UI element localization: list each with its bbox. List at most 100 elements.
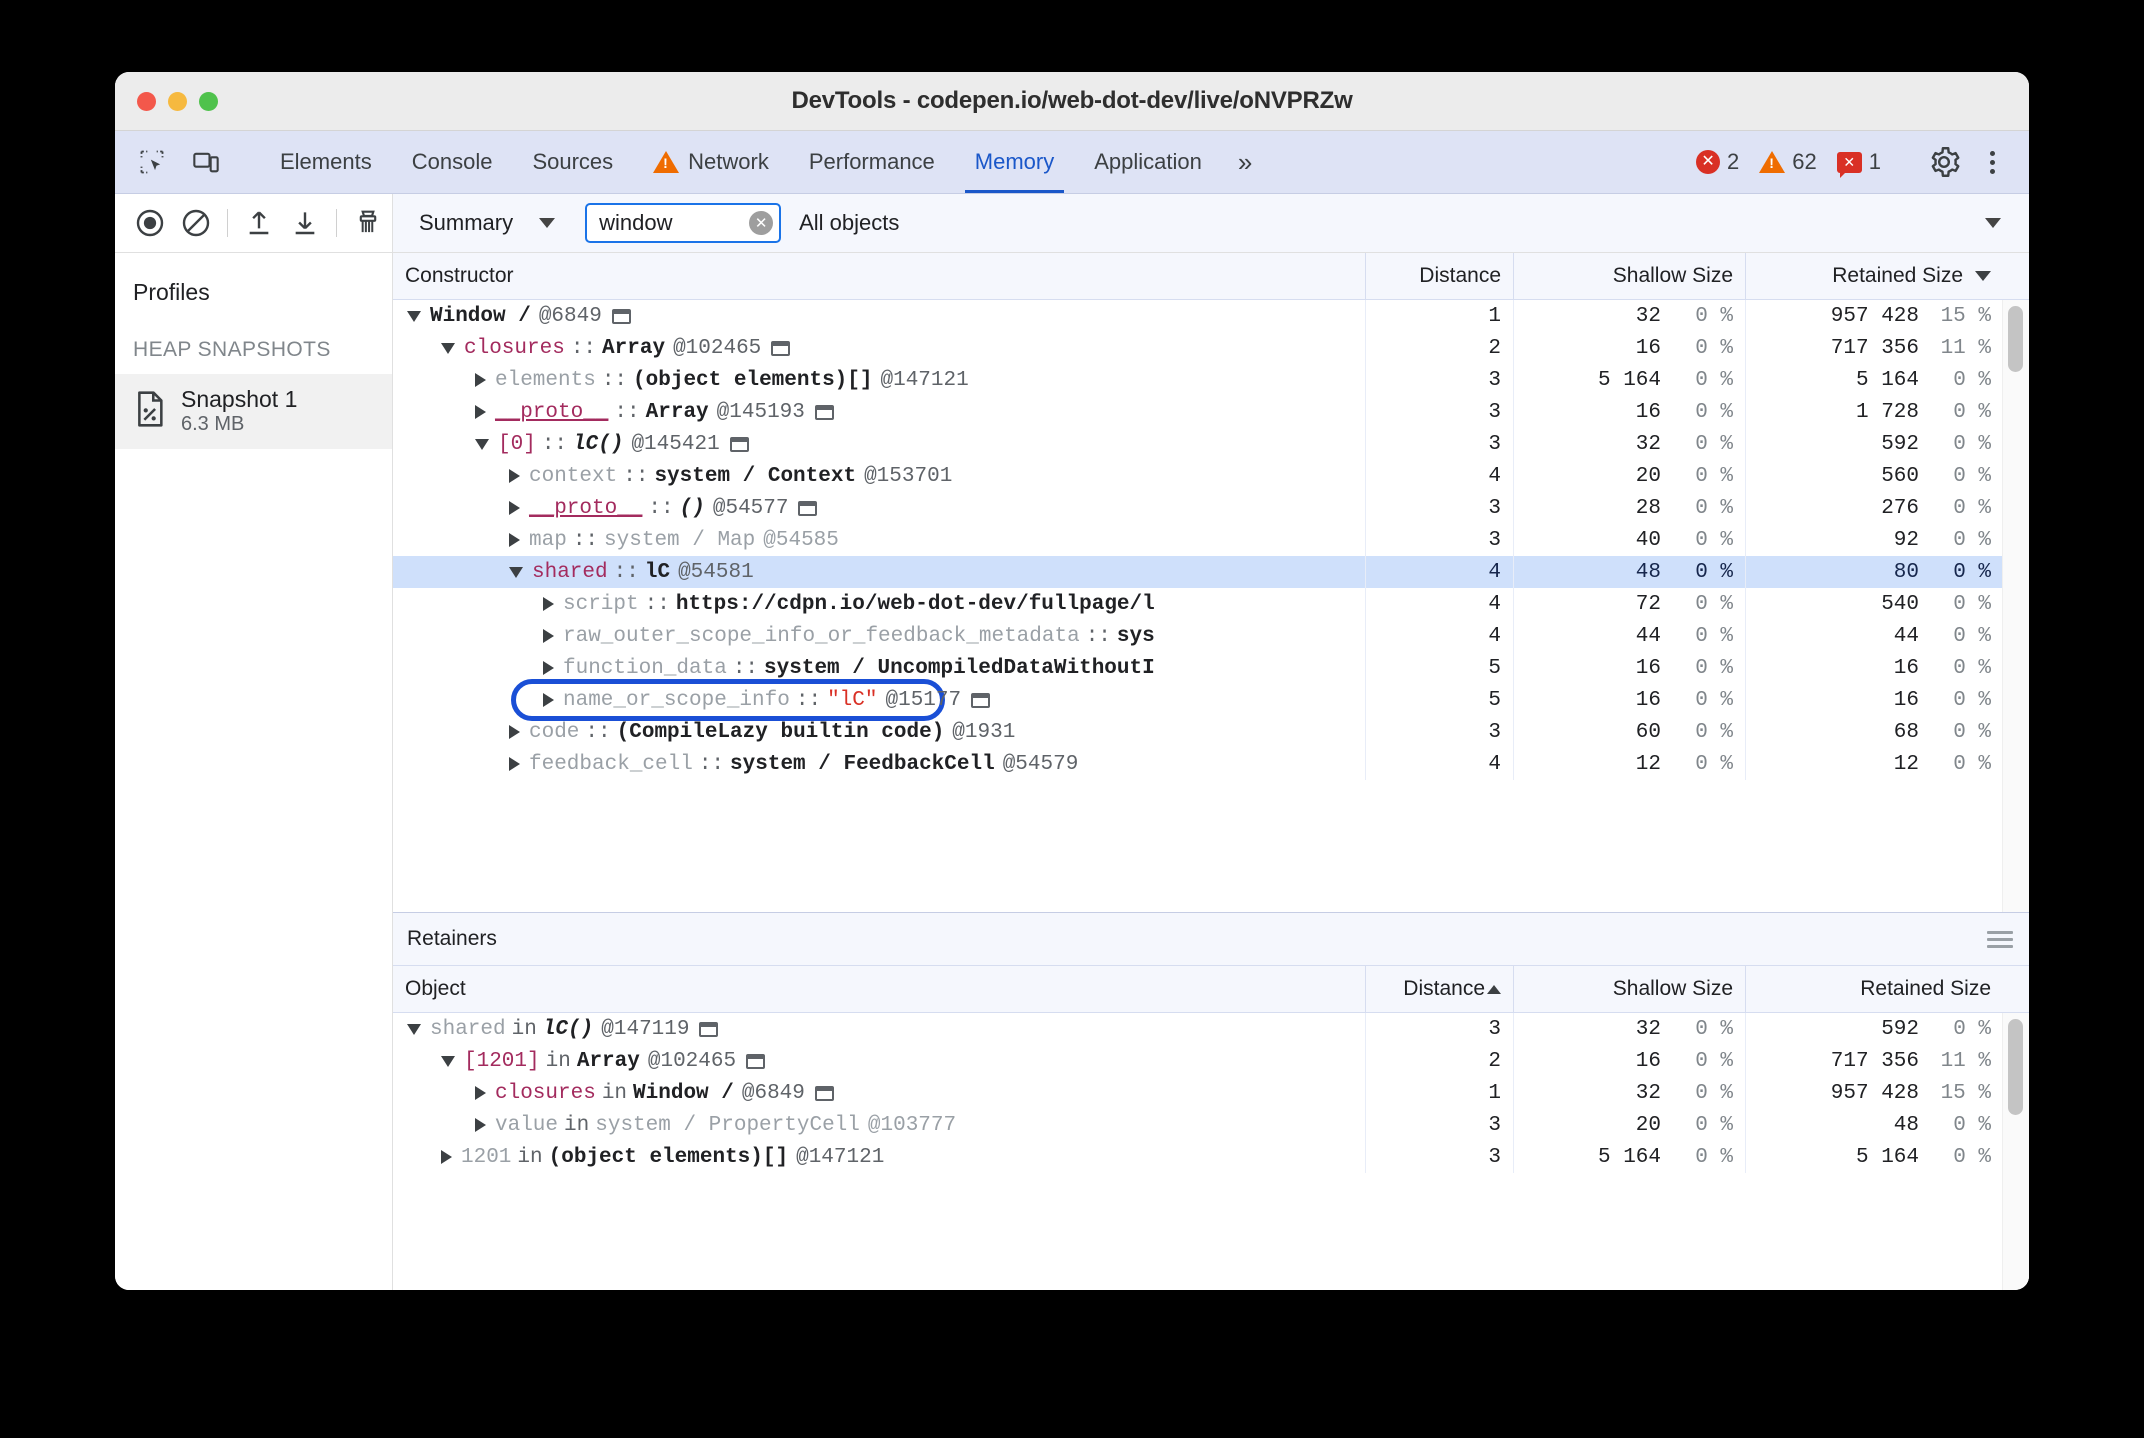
twisty-collapsed-icon[interactable] (475, 405, 486, 419)
more-tabs-button[interactable]: » (1222, 131, 1268, 193)
collect-garbage-icon[interactable] (347, 202, 389, 244)
retainers-scrollbar[interactable] (2002, 1013, 2029, 1290)
view-select[interactable]: Summary (411, 210, 563, 236)
tab-application[interactable]: Application (1074, 131, 1222, 193)
device-toolbar-icon[interactable] (187, 143, 225, 181)
constructor-row[interactable]: elements:: (object elements)[] @147121 3 5 1… (393, 364, 2029, 396)
retainer-row[interactable]: 1201 in (object elements)[] @147121 3 5 164 0 … (393, 1141, 2029, 1173)
sidebar-item-snapshot-1[interactable]: Snapshot 1 6.3 MB (115, 374, 392, 449)
window-object-icon (729, 436, 749, 452)
twisty-collapsed-icon[interactable] (475, 1086, 486, 1100)
column-header-distance[interactable]: Distance (1365, 966, 1513, 1012)
constructor-row[interactable]: map:: system / Map @54585 3 40 0 % 92 0 % (393, 524, 2029, 556)
error-count-badge[interactable]: ✕ 2 (1691, 149, 1744, 175)
twisty-collapsed-icon[interactable] (543, 693, 554, 707)
retainer-row[interactable]: [1201] in Array @102465 2 16 0 % 717 356 11 % (393, 1045, 2029, 1077)
twisty-expanded-icon[interactable] (475, 438, 489, 450)
inspect-element-icon[interactable] (133, 143, 171, 181)
twisty-collapsed-icon[interactable] (441, 1150, 452, 1164)
scrollbar-thumb[interactable] (2008, 1019, 2023, 1115)
objects-select[interactable]: All objects (799, 210, 2029, 236)
column-header-object[interactable]: Object (393, 966, 1365, 1012)
constructors-scrollbar[interactable] (2002, 300, 2029, 912)
twisty-expanded-icon[interactable] (407, 1023, 421, 1035)
constructor-row[interactable]: closures:: Array @102465 2 16 0 % 717 356 11 % (393, 332, 2029, 364)
tab-performance[interactable]: Performance (789, 131, 955, 193)
row-retained-size-cell: 560 0 % (1745, 460, 2003, 492)
save-profile-icon[interactable] (284, 202, 326, 244)
clear-icon[interactable] (175, 202, 217, 244)
constructor-row[interactable]: code:: (CompileLazy builtin code) @1931 3 60… (393, 716, 2029, 748)
hamburger-menu-icon[interactable] (1987, 930, 2013, 948)
twisty-collapsed-icon[interactable] (543, 629, 554, 643)
twisty-expanded-icon[interactable] (509, 566, 523, 578)
window-title: DevTools - codepen.io/web-dot-dev/live/o… (791, 87, 1353, 114)
class-filter-field[interactable]: ✕ (585, 203, 782, 243)
warning-count-badge[interactable]: 62 (1754, 149, 1821, 175)
twisty-expanded-icon[interactable] (441, 1055, 455, 1067)
record-icon[interactable] (129, 202, 171, 244)
constructor-row[interactable]: shared:: lC @54581 4 48 0 % 80 0 % (393, 556, 2029, 588)
clear-search-icon[interactable]: ✕ (749, 211, 774, 235)
twisty-collapsed-icon[interactable] (509, 725, 520, 739)
twisty-collapsed-icon[interactable] (543, 661, 554, 675)
row-separator: :: (601, 368, 628, 392)
row-object-id: @147121 (796, 1145, 885, 1169)
maximize-window-button[interactable] (199, 91, 218, 111)
row-separator: :: (585, 720, 611, 744)
column-header-constructor[interactable]: Constructor (393, 253, 1365, 299)
tab-memory[interactable]: Memory (955, 131, 1074, 193)
kebab-menu-icon[interactable] (1975, 141, 2009, 183)
twisty-collapsed-icon[interactable] (509, 501, 520, 515)
constructor-row[interactable]: __proto__:: Array @145193 3 16 0 % 1 728 0 % (393, 396, 2029, 428)
column-header-retained-size[interactable]: Retained Size (1745, 253, 2003, 299)
tab-network[interactable]: Network (633, 131, 789, 193)
twisty-collapsed-icon[interactable] (543, 597, 554, 611)
row-retained-size-cell: 68 0 % (1745, 716, 2003, 748)
constructor-row[interactable]: context:: system / Context @153701 4 20 0 % 56… (393, 460, 2029, 492)
row-object-id: @145421 (631, 432, 720, 456)
retainers-rows[interactable]: shared in lC() @147119 3 32 0 % 592 0 % [1201] in A… (393, 1013, 2029, 1290)
row-object-cell: context:: system / Context @153701 (393, 460, 1365, 492)
message-count-badge[interactable]: ✕ 1 (1832, 149, 1886, 178)
load-profile-icon[interactable] (238, 202, 280, 244)
column-header-shallow-size[interactable]: Shallow Size (1513, 966, 1745, 1012)
retainers-titlebar: Retainers (393, 912, 2029, 966)
twisty-collapsed-icon[interactable] (509, 757, 520, 771)
constructor-row[interactable]: feedback_cell:: system / FeedbackCell @545… (393, 748, 2029, 780)
retainer-row[interactable]: value in system / PropertyCell @103777 3 20 0 … (393, 1109, 2029, 1141)
minimize-window-button[interactable] (168, 91, 187, 111)
sort-desc-icon (1975, 271, 1991, 281)
twisty-collapsed-icon[interactable] (509, 533, 520, 547)
column-header-distance[interactable]: Distance (1365, 253, 1513, 299)
search-input[interactable] (597, 209, 750, 237)
scrollbar-thumb[interactable] (2008, 306, 2023, 372)
gear-icon[interactable] (1923, 141, 1965, 183)
constructors-rows[interactable]: Window / @6849 1 32 0 % 957 428 15 % closures::… (393, 300, 2029, 912)
twisty-expanded-icon[interactable] (407, 310, 421, 322)
constructor-row[interactable]: raw_outer_scope_info_or_feedback_metadat… (393, 620, 2029, 652)
retainer-row[interactable]: shared in lC() @147119 3 32 0 % 592 0 % (393, 1013, 2029, 1045)
twisty-collapsed-icon[interactable] (475, 1118, 486, 1132)
constructor-row[interactable]: Window / @6849 1 32 0 % 957 428 15 % (393, 300, 2029, 332)
tab-elements[interactable]: Elements (260, 131, 392, 193)
twisty-collapsed-icon[interactable] (475, 373, 486, 387)
window-object-icon (699, 1021, 719, 1037)
row-shallow-size-cell: 28 0 % (1513, 492, 1745, 524)
tab-sources[interactable]: Sources (512, 131, 633, 193)
retainer-row[interactable]: closures in Window / @6849 1 32 0 % 957 428 15 % (393, 1077, 2029, 1109)
twisty-expanded-icon[interactable] (441, 342, 455, 354)
constructor-row[interactable]: name_or_scope_info:: "lC" @15177 5 16 0 % 16 0 … (393, 684, 2029, 716)
column-header-shallow-size[interactable]: Shallow Size (1513, 253, 1745, 299)
constructor-row[interactable]: __proto__::() @54577 3 28 0 % 276 0 % (393, 492, 2029, 524)
column-header-retained-size[interactable]: Retained Size (1745, 966, 2003, 1012)
constructor-row[interactable]: script:: https://cdpn.io/web-dot-dev/full… (393, 588, 2029, 620)
window-titlebar: DevTools - codepen.io/web-dot-dev/live/o… (115, 72, 2029, 131)
close-window-button[interactable] (137, 91, 156, 111)
constructor-row[interactable]: function_data:: system / UncompiledDataWi… (393, 652, 2029, 684)
row-class-name: system / PropertyCell (595, 1113, 860, 1137)
row-property-name: name_or_scope_info (563, 688, 790, 712)
constructor-row[interactable]: [0]:: lC() @145421 3 32 0 % 592 0 % (393, 428, 2029, 460)
twisty-collapsed-icon[interactable] (509, 469, 520, 483)
tab-console[interactable]: Console (392, 131, 513, 193)
